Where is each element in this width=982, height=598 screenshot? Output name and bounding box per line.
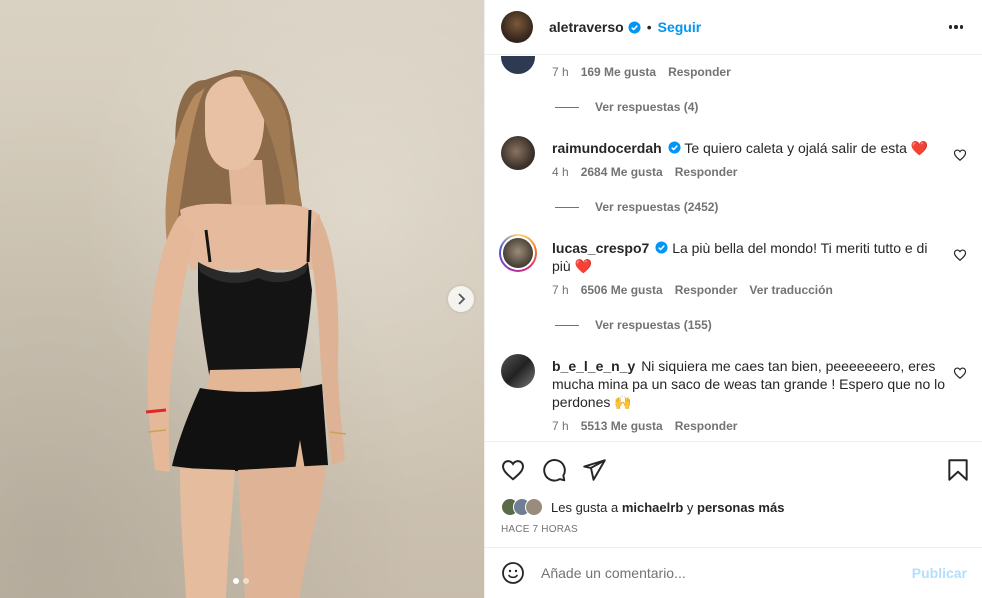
reply-button[interactable]: Responder [668, 65, 731, 79]
comment-text: Te quiero caleta y ojalá salir de esta [684, 140, 907, 156]
more-options-icon[interactable] [947, 18, 965, 36]
replies-divider [555, 106, 579, 108]
photo-figure-illustration [145, 70, 347, 598]
comment-meta: 7 h 169 Me gusta Responder [552, 65, 731, 79]
comment-time: 7 h [552, 283, 569, 297]
post-photo[interactable] [0, 0, 484, 598]
comment-likes[interactable]: 2684 Me gusta [581, 165, 663, 179]
post-time-ago[interactable]: HACE 7 HORAS [501, 524, 578, 535]
liker-avatar[interactable] [525, 498, 543, 516]
comment-avatar[interactable] [501, 354, 535, 388]
comment-meta: 7 h 5513 Me gusta Responder [552, 419, 737, 433]
like-comment-heart-icon[interactable] [953, 148, 967, 162]
likes-summary: Les gusta a michaelrb y personas más [501, 498, 784, 516]
reply-button[interactable]: Responder [675, 419, 738, 433]
comments-list[interactable]: 7 h 169 Me gusta Responder Ver respuesta… [485, 56, 982, 441]
comment-avatar[interactable] [501, 136, 535, 170]
comment-body: lucas_crespo7 La più bella del mondo! Ti… [552, 239, 947, 275]
likes-prefix: Les gusta a [551, 499, 619, 515]
comment-username[interactable]: b_e_l_e_n_y [552, 358, 635, 374]
post-side-panel: aletraverso • Seguir 7 h 169 Me gusta Re… [484, 0, 982, 598]
view-replies-label: Ver respuestas (155) [595, 318, 712, 332]
header-separator: • [646, 19, 652, 35]
comment-username[interactable]: raimundocerdah [552, 140, 662, 156]
publish-button[interactable]: Publicar [912, 565, 967, 581]
comment-body: raimundocerdah Te quiero caleta y ojalá … [552, 139, 947, 157]
replies-divider [555, 206, 579, 208]
translate-button[interactable]: Ver traducción [749, 283, 832, 297]
comment-input[interactable]: Añade un comentario... [541, 565, 912, 581]
comment-avatar-story-ring[interactable] [499, 234, 537, 272]
add-comment-bar: Añade un comentario... Publicar [485, 547, 982, 598]
likes-others-link[interactable]: personas más [697, 500, 784, 515]
comment-time: 7 h [552, 419, 569, 433]
raised-hands-emoji: 🙌 [614, 394, 632, 410]
heart-emoji: ❤️ [910, 140, 929, 156]
comment-username[interactable]: lucas_crespo7 [552, 240, 649, 256]
post-actions: Les gusta a michaelrb y personas más HAC… [485, 441, 982, 546]
verified-badge-icon [628, 20, 641, 34]
comment-meta: 7 h 6506 Me gusta Responder Ver traducci… [552, 283, 833, 297]
follow-button[interactable]: Seguir [658, 19, 702, 35]
save-bookmark-icon[interactable] [945, 457, 971, 483]
next-image-button[interactable] [448, 286, 474, 312]
author-username[interactable]: aletraverso [549, 19, 624, 35]
comment-time: 4 h [552, 165, 569, 179]
likes-user-link[interactable]: michaelrb [622, 500, 683, 515]
verified-badge-icon [655, 241, 668, 254]
view-replies-button[interactable]: Ver respuestas (155) [555, 318, 712, 332]
emoji-smiley-icon[interactable] [501, 561, 525, 585]
comment-likes[interactable]: 169 Me gusta [581, 65, 656, 79]
comment-likes[interactable]: 5513 Me gusta [581, 419, 663, 433]
reply-button[interactable]: Responder [675, 283, 738, 297]
comment-meta: 4 h 2684 Me gusta Responder [552, 165, 737, 179]
comment-bubble-icon[interactable] [541, 457, 567, 483]
post-header: aletraverso • Seguir [485, 0, 982, 55]
carousel-indicator [233, 578, 249, 584]
liker-avatars [501, 498, 543, 516]
comment-likes[interactable]: 6506 Me gusta [581, 283, 663, 297]
like-comment-heart-icon[interactable] [953, 248, 967, 262]
replies-divider [555, 324, 579, 326]
author-avatar[interactable] [501, 11, 533, 43]
chevron-right-icon [458, 293, 466, 305]
carousel-dot-active [233, 578, 239, 584]
verified-badge-icon [668, 141, 681, 154]
view-replies-button[interactable]: Ver respuestas (2452) [555, 200, 718, 214]
like-heart-icon[interactable] [500, 457, 526, 483]
comment-time: 7 h [552, 65, 569, 79]
comment-body: b_e_l_e_n_y Ni siquiera me caes tan bien… [552, 357, 947, 411]
like-comment-heart-icon[interactable] [953, 366, 967, 380]
heart-emoji: ❤️ [574, 258, 593, 274]
carousel-dot [243, 578, 249, 584]
comment-avatar[interactable] [501, 56, 535, 74]
view-replies-label: Ver respuestas (2452) [595, 200, 719, 214]
view-replies-button[interactable]: Ver respuestas (4) [555, 100, 698, 114]
reply-button[interactable]: Responder [675, 165, 738, 179]
share-send-icon[interactable] [581, 457, 607, 483]
likes-joiner: y [686, 499, 694, 515]
view-replies-label: Ver respuestas (4) [595, 100, 699, 114]
